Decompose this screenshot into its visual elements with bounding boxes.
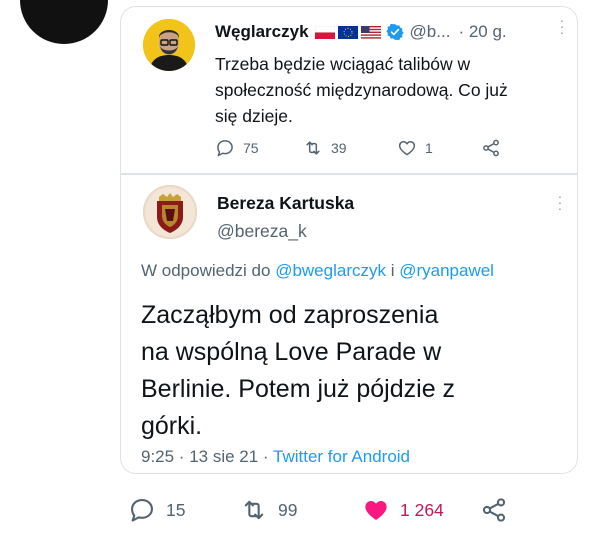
author-handle[interactable]: @bereza_k [217, 221, 307, 242]
like-count: 1 264 [400, 499, 444, 520]
retweet-icon [306, 141, 320, 155]
action-bar: 15 99 1 264 [128, 494, 588, 526]
share-icon [482, 498, 506, 522]
avatar-portrait-icon [143, 19, 195, 71]
quoted-timestamp[interactable]: · 20 g. [458, 22, 506, 42]
heart-filled-icon [365, 501, 387, 520]
quoted-tweet-text: Trzeba będzie wciągać talibów w społeczn… [215, 51, 565, 129]
tweet-text-line: Berlinie. Potem już pójdzie z [141, 375, 456, 403]
quoted-action-bar: 75 39 1 [215, 137, 515, 159]
quoted-tweet[interactable]: Węglarczyk @b... · 20 g. · · · Trzeba bę… [121, 7, 577, 173]
reply-icon [217, 140, 233, 157]
reply-context: W odpowiedzi do @bweglarczyk i @ryanpawe… [141, 261, 494, 281]
quoted-retweet-button[interactable]: 39 [303, 137, 347, 159]
tweet-text-line: Zacząłbym od zaproszenia [141, 301, 439, 329]
quoted-reply-button[interactable]: 75 [215, 137, 259, 159]
tweet-metadata: 9:25 · 13 sie 21 · Twitter for Android [141, 447, 410, 467]
retweet-icon [244, 500, 264, 520]
eu-flag-icon [337, 25, 358, 39]
quoted-like-count: 1 [425, 140, 433, 156]
reply-mention-link[interactable]: @ryanpawel [399, 261, 494, 280]
verified-badge-icon [385, 23, 404, 41]
tweet-text: Zacząłbym od zaproszenia na wspólną Love… [141, 297, 561, 445]
reply-count: 15 [166, 499, 186, 520]
reply-icon [131, 499, 153, 522]
tweet-card: Węglarczyk @b... · 20 g. · · · Trzeba bę… [120, 6, 578, 474]
like-button[interactable]: 1 264 [362, 494, 444, 526]
tweet-divider [121, 173, 577, 175]
reply-mention-link[interactable]: @bweglarczyk [275, 261, 386, 280]
share-button[interactable] [480, 494, 518, 526]
quoted-reply-count: 75 [243, 140, 259, 156]
tweet-timestamp[interactable]: 9:25 · 13 sie 21 · [141, 447, 273, 466]
usa-flag-icon [360, 25, 381, 39]
retweet-count: 99 [278, 499, 298, 520]
quoted-author-avatar[interactable] [143, 19, 195, 71]
author-avatar[interactable] [143, 185, 197, 239]
quoted-share-button[interactable] [481, 137, 509, 159]
author-name[interactable]: Bereza Kartuska [217, 193, 354, 214]
tweet-source-link[interactable]: Twitter for Android [273, 447, 410, 466]
poland-flag-icon [314, 25, 335, 39]
quoted-text-line: Trzeba będzie wciągać talibów w [215, 54, 471, 74]
heart-outline-icon [398, 141, 416, 156]
quoted-text-line: społeczność międzynarodową. Co już [215, 80, 508, 100]
more-options-icon[interactable]: · · · [557, 189, 563, 215]
reply-prefix: W odpowiedzi do [141, 261, 276, 280]
tweet-text-line: górki. [141, 412, 203, 440]
quoted-more-options-icon[interactable]: · · · [559, 13, 565, 39]
share-icon [483, 139, 499, 157]
tweet-text-line: na wspólną Love Parade w [141, 338, 442, 366]
coat-of-arms-icon [143, 185, 197, 239]
quoted-retweet-count: 39 [331, 140, 347, 156]
quoted-text-line: się dzieje. [215, 106, 293, 126]
previous-tweet-avatar[interactable] [20, 0, 108, 44]
quoted-header: Węglarczyk @b... · 20 g. [215, 21, 507, 43]
quoted-like-button[interactable]: 1 [397, 137, 433, 159]
reply-button[interactable]: 15 [128, 494, 185, 526]
quoted-author-name[interactable]: Węglarczyk [215, 22, 309, 42]
quoted-author-handle[interactable]: @b... [410, 22, 451, 42]
retweet-button[interactable]: 99 [240, 494, 297, 526]
reply-conjunction: i [385, 261, 400, 280]
